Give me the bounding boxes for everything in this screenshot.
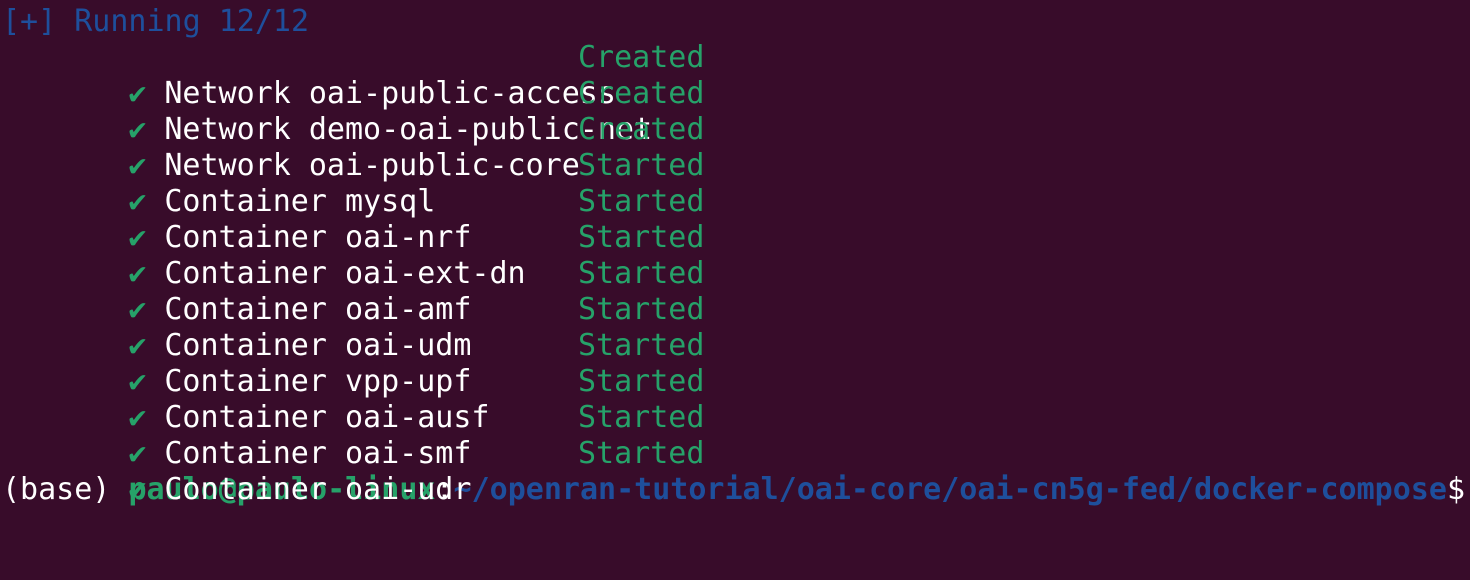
resource-status: Started xyxy=(578,256,705,291)
resource-status: Started xyxy=(578,292,705,327)
resource-row: ✔ Network demo-oai-public-net Created xyxy=(2,76,1470,147)
resource-status: Started xyxy=(578,328,705,363)
prompt-working-directory: ~/openran-tutorial/oai-core/oai-cn5g-fed… xyxy=(453,472,1447,507)
resource-kind: Container xyxy=(164,472,327,507)
resource-status: Started xyxy=(578,184,705,219)
resource-row: ✔ Network oai-public-access Created xyxy=(2,40,1470,111)
checkmark-icon: ✔ xyxy=(128,472,147,507)
resource-row: ✔ Container oai-ext-dn Started xyxy=(2,220,1470,291)
compose-progress-header: [+] Running 12/12 xyxy=(2,4,310,39)
resource-row: ✔ Container oai-smf Started xyxy=(2,400,1470,471)
resource-row: ✔ Container oai-udr Started xyxy=(2,436,1470,507)
resource-name: oai-udr xyxy=(345,472,472,507)
resource-list: ✔ Network oai-public-access Created ✔ Netw… xyxy=(2,40,1470,507)
resource-row: ✔ Container oai-amf Started xyxy=(2,256,1470,327)
resource-status: Started xyxy=(578,148,705,183)
resource-row: ✔ Container vpp-upf Started xyxy=(2,328,1470,399)
terminal-window[interactable]: [+] Running 12/12 ✔ Network oai-public-ac… xyxy=(0,0,1470,523)
prompt-dollar: $ xyxy=(1446,472,1465,507)
resource-row: ✔ Container oai-udm Started xyxy=(2,292,1470,363)
resource-status: Started xyxy=(578,400,705,435)
resource-row: ✔ Container oai-nrf Started xyxy=(2,184,1470,255)
resource-status: Created xyxy=(578,76,705,111)
resource-row: ✔ Container mysql Started xyxy=(2,148,1470,219)
resource-status: Created xyxy=(578,40,705,75)
resource-status: Created xyxy=(578,112,705,147)
resource-status: Started xyxy=(578,364,705,399)
resource-row: ✔ Network oai-public-core Created xyxy=(2,112,1470,183)
resource-status: Started xyxy=(578,436,705,471)
resource-status: Started xyxy=(578,220,705,255)
resource-row: ✔ Container oai-ausf Started xyxy=(2,364,1470,435)
